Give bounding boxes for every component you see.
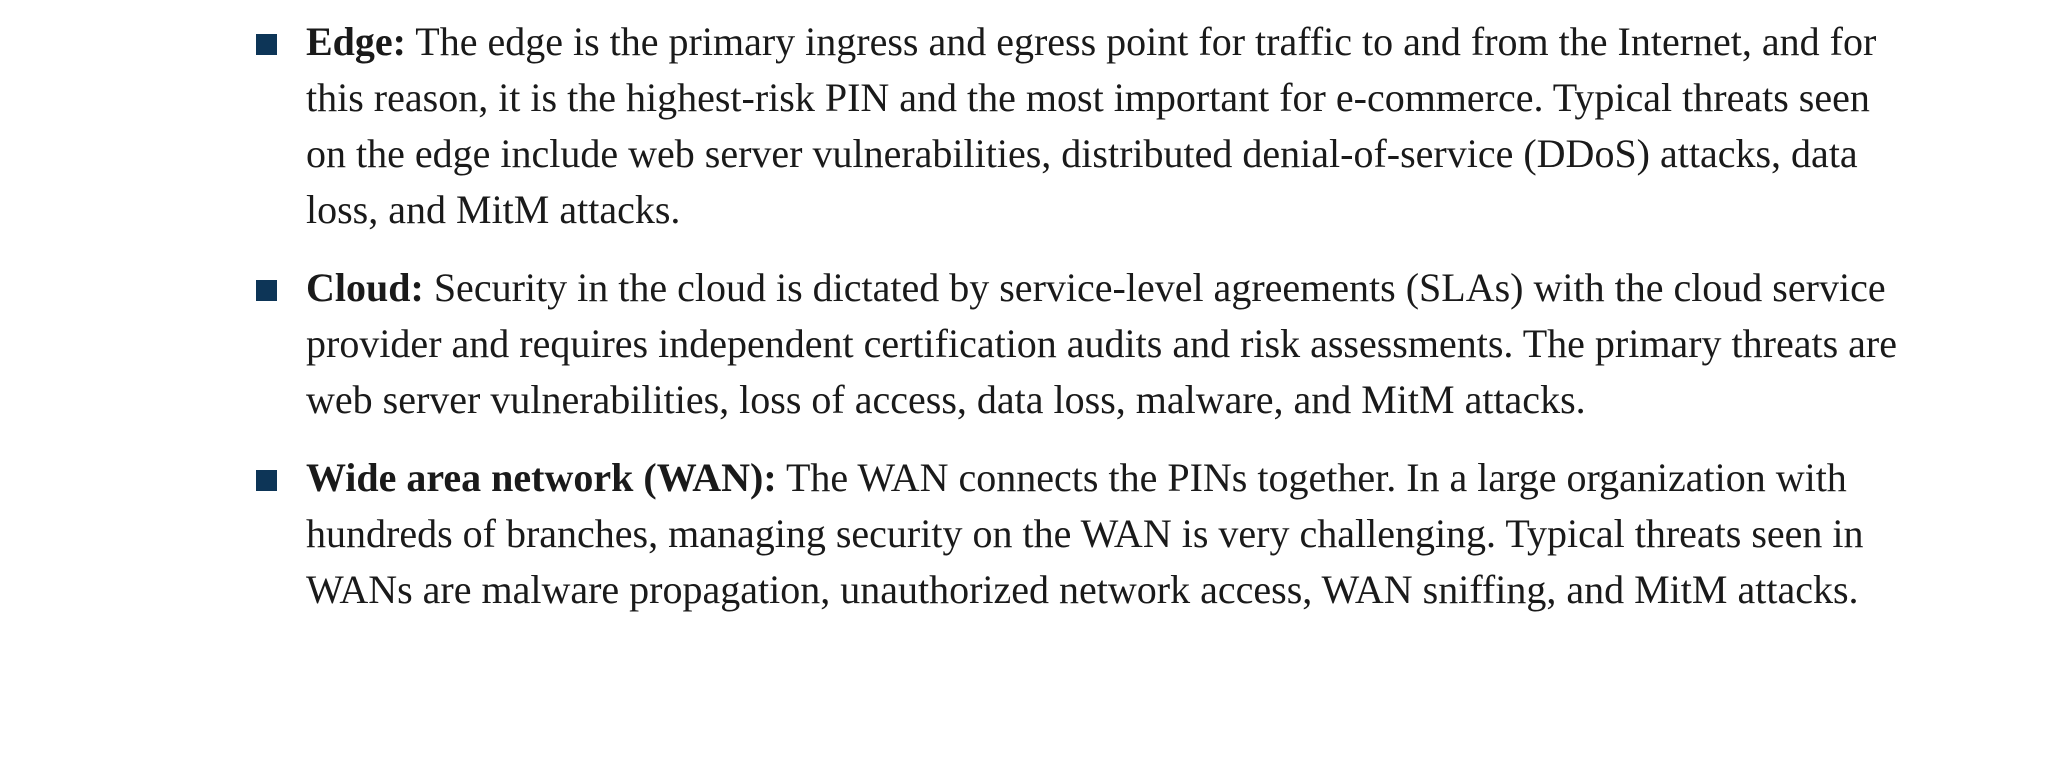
item-term: Wide area network (WAN):: [306, 455, 777, 500]
list-item-cloud: Cloud: Security in the cloud is dictated…: [250, 260, 1900, 428]
square-bullet-icon: [256, 280, 277, 301]
item-text: The edge is the primary ingress and egre…: [306, 19, 1877, 232]
item-text: Security in the cloud is dictated by ser…: [306, 265, 1897, 422]
item-term: Cloud:: [306, 265, 424, 310]
square-bullet-icon: [256, 34, 277, 55]
square-bullet-icon: [256, 470, 277, 491]
bullet-list: Edge: The edge is the primary ingress an…: [250, 14, 1900, 618]
list-item-edge: Edge: The edge is the primary ingress an…: [250, 14, 1900, 238]
document-page: Edge: The edge is the primary ingress an…: [0, 0, 2068, 758]
list-item-wan: Wide area network (WAN): The WAN connect…: [250, 450, 1900, 618]
item-term: Edge:: [306, 19, 406, 64]
